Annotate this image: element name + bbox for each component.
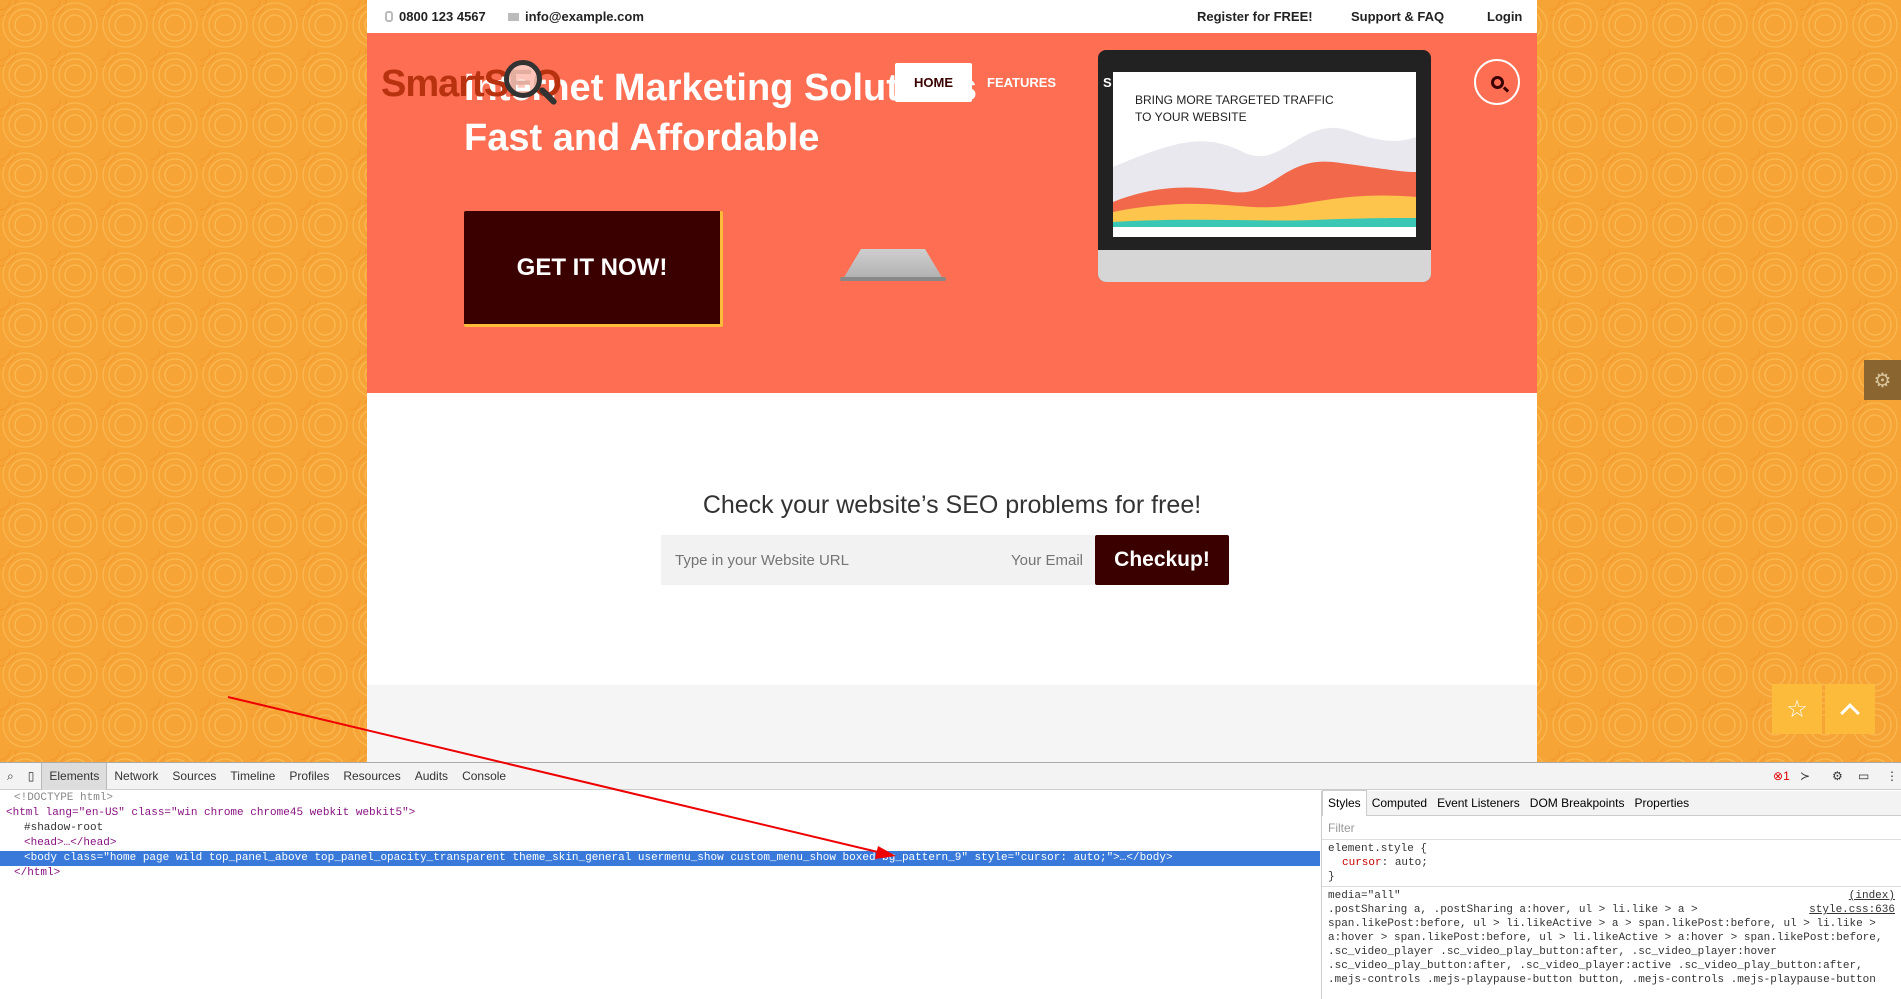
tab-sources[interactable]: Sources — [165, 763, 223, 790]
email-input[interactable] — [1011, 535, 1095, 585]
tab-elements[interactable]: Elements — [41, 762, 108, 790]
styles-tabs: Styles Computed Event Listeners DOM Brea… — [1322, 790, 1901, 816]
traffic-graph — [1113, 127, 1416, 237]
monitor-stand — [843, 249, 943, 279]
element-style-rule: element.style { cursor: auto; } — [1322, 840, 1901, 887]
console-drawer-icon[interactable]: ≻ — [1800, 769, 1810, 783]
tab-properties[interactable]: Properties — [1629, 791, 1694, 816]
mail-icon — [508, 12, 519, 21]
device-mode-icon[interactable]: ▯ — [21, 763, 42, 790]
nav-services-partial[interactable]: S — [1103, 75, 1112, 90]
headline-line-2: Fast and Affordable — [464, 117, 820, 159]
dom-shadow-root[interactable]: #shadow-root — [0, 821, 1320, 836]
seo-check-title: Check your website’s SEO problems for fr… — [702, 491, 1202, 519]
element-style-close: } — [1328, 871, 1335, 883]
tab-timeline[interactable]: Timeline — [223, 763, 282, 790]
search-button[interactable] — [1474, 59, 1520, 105]
dom-html-close[interactable]: </html> — [0, 866, 1320, 881]
styles-pane: Styles Computed Event Listeners DOM Brea… — [1321, 790, 1901, 999]
rule-line: .sc_video_player .sc_video_play_button:a… — [1328, 946, 1777, 958]
tab-audits[interactable]: Audits — [408, 763, 455, 790]
seo-check-form: Checkup! — [661, 535, 1229, 585]
css-prop-value[interactable]: auto; — [1395, 857, 1428, 869]
tab-console[interactable]: Console — [455, 763, 513, 790]
nav-features[interactable]: FEATURES — [987, 75, 1056, 90]
tab-computed[interactable]: Computed — [1367, 791, 1432, 816]
monitor-illustration: BRING MORE TARGETED TRAFFIC TO YOUR WEBS… — [1098, 50, 1431, 282]
media-query: media="all" — [1328, 890, 1401, 902]
error-icon[interactable]: ⊗1 — [1773, 769, 1790, 783]
tab-event-listeners[interactable]: Event Listeners — [1432, 791, 1525, 816]
rule-line: .sc_video_play_button:after, .sc_video_p… — [1328, 960, 1863, 972]
tab-resources[interactable]: Resources — [336, 763, 407, 790]
website-url-input[interactable] — [661, 535, 1011, 585]
dock-icon[interactable]: ▭ — [1858, 769, 1869, 783]
dom-body-selected[interactable]: <body class="home page wild top_panel_ab… — [0, 851, 1320, 866]
phone-text: 0800 123 4567 — [399, 9, 486, 24]
tab-network[interactable]: Network — [107, 763, 165, 790]
nav-home[interactable]: HOME — [895, 63, 972, 102]
phone-contact[interactable]: 0800 123 4567 — [385, 9, 486, 24]
tab-styles[interactable]: Styles — [1322, 790, 1367, 816]
rule-line: a:hover > span.likePost:before, ul > li.… — [1328, 932, 1883, 944]
get-it-now-button[interactable]: GET IT NOW! — [464, 211, 723, 327]
checkup-button[interactable]: Checkup! — [1095, 535, 1229, 585]
settings-icon[interactable]: ⚙ — [1832, 769, 1843, 783]
nav-projects-partial[interactable]: CTS — [1317, 75, 1343, 90]
devtools-toolbar: ⌕ ▯ Elements Network Sources Timeline Pr… — [0, 762, 1901, 790]
devtools-panel: ⌕ ▯ Elements Network Sources Timeline Pr… — [0, 762, 1901, 999]
top-bar: 0800 123 4567 info@example.com Register … — [367, 0, 1537, 33]
main-nav: HOME FEATURES S CTS — [895, 63, 1343, 102]
monitor-stand-base — [840, 277, 946, 281]
settings-gear-icon[interactable]: ⚙ — [1864, 360, 1901, 400]
email-text: info@example.com — [525, 9, 644, 24]
tab-profiles[interactable]: Profiles — [282, 763, 336, 790]
monitor-screen: BRING MORE TARGETED TRAFFIC TO YOUR WEBS… — [1113, 72, 1416, 237]
hero-section: Internet Marketing Solutions Fast and Af… — [367, 33, 1537, 393]
scroll-top-button[interactable] — [1825, 684, 1875, 734]
index-link[interactable]: (index) — [1849, 889, 1895, 903]
element-style-selector: element.style { — [1328, 843, 1428, 855]
more-icon[interactable]: ⋮ — [1886, 769, 1898, 783]
register-link[interactable]: Register for FREE! — [1197, 9, 1313, 24]
magnifier-logo-icon — [504, 60, 542, 98]
favorite-star-icon[interactable]: ☆ — [1772, 684, 1822, 734]
site-container: 0800 123 4567 info@example.com Register … — [367, 0, 1537, 762]
css-prop-name[interactable]: cursor — [1342, 857, 1382, 869]
monitor-chin — [1098, 250, 1431, 282]
dom-head[interactable]: <head>…</head> — [0, 836, 1320, 851]
email-contact[interactable]: info@example.com — [508, 9, 644, 24]
grey-section — [367, 685, 1537, 762]
source-link[interactable]: style.css:636 — [1809, 903, 1895, 917]
error-count: 1 — [1783, 769, 1790, 783]
inspect-icon[interactable]: ⌕ — [0, 763, 21, 790]
rule-line: span.likePost:before, ul > li.likeActive… — [1328, 918, 1876, 930]
rule-line: .mejs-controls .mejs-playpause-button bu… — [1328, 974, 1876, 986]
chevron-up-icon — [1840, 703, 1860, 723]
support-link[interactable]: Support & FAQ — [1351, 9, 1444, 24]
phone-icon — [385, 11, 393, 22]
tab-dom-breakpoints[interactable]: DOM Breakpoints — [1525, 791, 1630, 816]
dom-doctype[interactable]: <!DOCTYPE html> — [0, 791, 1320, 806]
css-rule: media="all" (index) style.css:636 .postS… — [1322, 887, 1901, 989]
login-link[interactable]: Login — [1487, 9, 1522, 24]
search-icon — [1490, 75, 1504, 89]
styles-filter-input[interactable]: Filter — [1322, 816, 1901, 840]
dom-tree: <!DOCTYPE html> <html lang="en-US" class… — [0, 791, 1320, 999]
dom-html-open[interactable]: <html lang="en-US" class="win chrome chr… — [0, 806, 1320, 821]
